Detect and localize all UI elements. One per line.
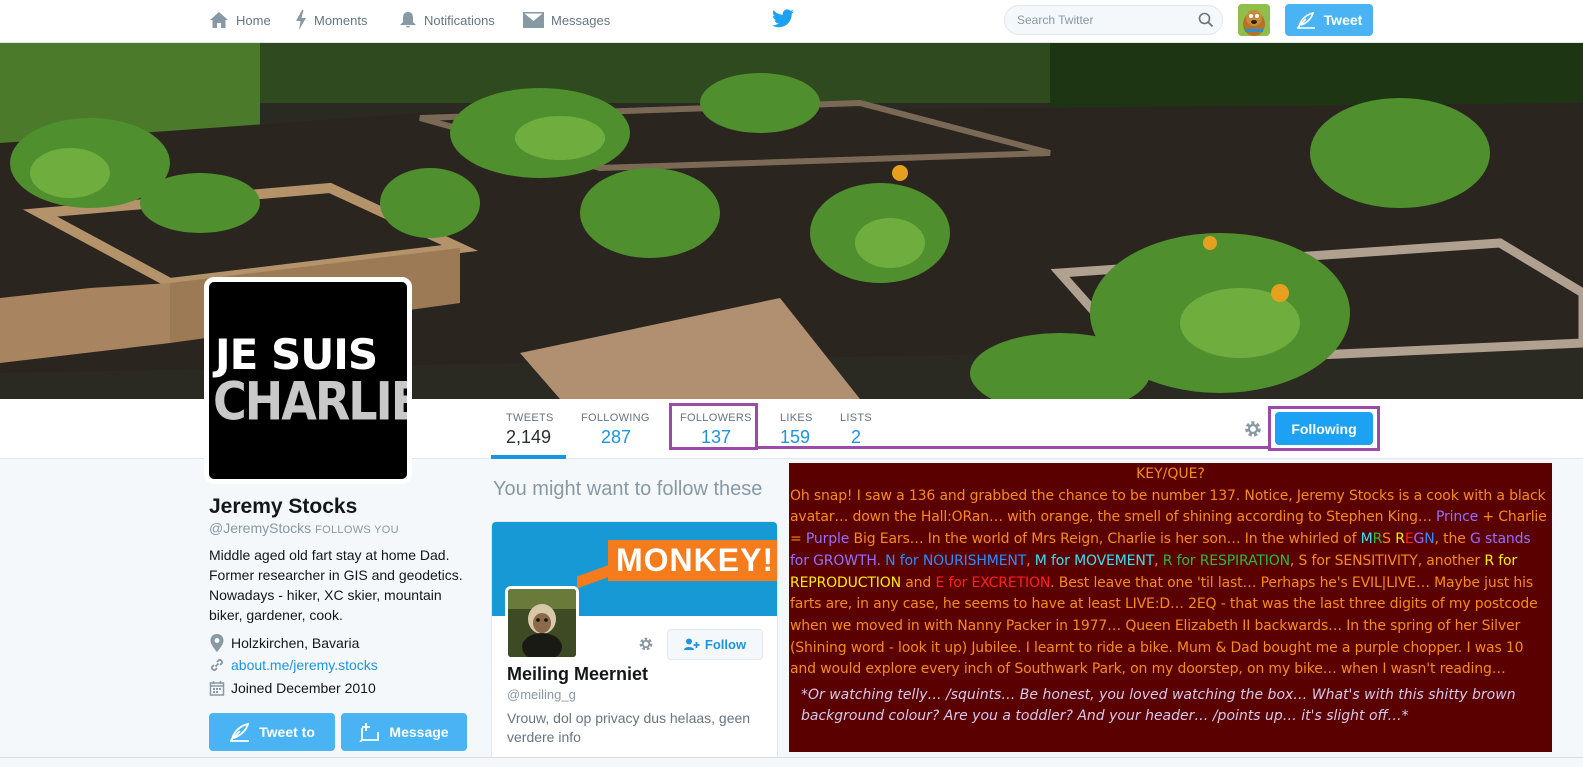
profile-avatar[interactable]: JE SUIS CHARLIE [204, 277, 412, 484]
key-excretion: E for EXCRETION [935, 574, 1051, 591]
key-text-4: , the [1434, 531, 1470, 548]
nav-moments-label: Moments [314, 12, 368, 28]
who-to-follow-title: You might want to follow these [493, 478, 763, 500]
key-panel-footer: *Or watching telly… /squints… Be honest,… [801, 687, 1516, 725]
message-label: Message [389, 724, 449, 740]
follows-you-badge: FOLLOWS YOU [315, 524, 399, 536]
suggestion-handle[interactable]: @meiling_g [507, 687, 576, 702]
tweet-to-label: Tweet to [259, 724, 315, 740]
link-icon [211, 659, 223, 671]
key-movement: M for MOVEMENT [1034, 552, 1155, 569]
key-letter-r2: R [1395, 531, 1405, 548]
nav-home-label: Home [236, 12, 271, 28]
highlight-connector-line [758, 446, 1271, 449]
suggestion-avatar[interactable] [505, 586, 579, 660]
suggestion-name[interactable]: Meiling Meerniet [507, 664, 648, 685]
tweet-to-button[interactable]: Tweet to [209, 713, 335, 751]
message-button[interactable]: Message [341, 713, 467, 751]
profile-bio: Middle aged old fart stay at home Dad. F… [209, 547, 463, 623]
profile-website: about.me/jeremy.stocks [209, 657, 378, 673]
avatar-text-line2: CHARLIE [213, 369, 412, 433]
profile-joined-text: Joined December 2010 [231, 680, 376, 696]
key-text-3: Big Ears… In the world of Mrs Reign, Cha… [849, 531, 1361, 548]
page-bottom-edge [0, 757, 1583, 767]
add-user-icon [683, 638, 700, 650]
key-panel-body: Oh snap! I saw a 136 and grabbed the cha… [789, 486, 1552, 681]
lightning-icon [296, 10, 306, 30]
suggestion-card[interactable]: MONKEY! Follow Meiling Meerniet @meiling… [491, 521, 778, 767]
monkey-photo [508, 589, 576, 657]
stat-following[interactable]: FOLLOWING 287 [566, 399, 666, 459]
followers-highlight-box [669, 403, 758, 450]
nav-messages-label: Messages [551, 12, 611, 28]
envelope-icon [523, 12, 544, 28]
stat-likes-value: 159 [780, 427, 811, 447]
home-icon [210, 12, 228, 28]
account-avatar[interactable] [1238, 4, 1270, 36]
key-sensitivity: , S for SENSITIVITY, another [1289, 552, 1485, 569]
calendar-icon [209, 681, 225, 696]
nav-notifications[interactable]: Notifications [399, 0, 495, 40]
key-comma-1: , [1026, 552, 1035, 569]
stat-tweets-label: TWEETS [506, 412, 554, 424]
profile-website-link[interactable]: about.me/jeremy.stocks [231, 657, 378, 673]
scooby-avatar-icon [1238, 4, 1270, 36]
stat-lists[interactable]: LISTS 2 [825, 399, 885, 459]
bell-icon [400, 12, 416, 28]
top-navigation: Home Moments Notifications Messages Twee… [0, 0, 1583, 43]
profile-handle[interactable]: @JeremyStocks [209, 520, 311, 536]
quill-icon [1296, 11, 1315, 29]
key-letter-r: R [1372, 531, 1383, 548]
stat-tweets-value: 2,149 [506, 427, 552, 447]
nav-home[interactable]: Home [209, 0, 271, 40]
key-and: and [900, 574, 936, 591]
twitter-bird-icon[interactable] [772, 9, 794, 28]
nav-messages[interactable]: Messages [523, 0, 610, 40]
search-icon[interactable] [1198, 12, 1214, 28]
stat-tweets[interactable]: TWEETS 2,149 [491, 399, 566, 459]
search-input[interactable] [1017, 13, 1187, 27]
key-text-1: Oh snap! I saw a 136 and grabbed the cha… [790, 487, 1546, 526]
nav-moments[interactable]: Moments [295, 0, 367, 40]
key-panel-title: KEY/QUE? [1136, 466, 1205, 482]
stat-following-label: FOLLOWING [581, 412, 650, 424]
key-prince: Prince [1435, 509, 1479, 526]
profile-location: Holzkirchen, Bavaria [209, 634, 359, 652]
nav-notifications-label: Notifications [424, 12, 495, 28]
quill-icon [230, 722, 250, 742]
stat-lists-label: LISTS [840, 412, 873, 424]
profile-joined: Joined December 2010 [209, 680, 376, 696]
follow-button-label: Follow [704, 637, 747, 652]
key-annotation-panel: KEY/QUE? Oh snap! I saw a 136 and grabbe… [789, 463, 1552, 752]
profile-handle-row: @JeremyStocks FOLLOWS YOU [209, 520, 399, 536]
search-box[interactable] [1004, 5, 1223, 35]
key-comma-2: , [1154, 552, 1163, 569]
key-purple: Purple [805, 531, 850, 548]
following-button[interactable]: Following [1275, 412, 1373, 445]
key-nourishment: N for NOURISHMENT [885, 552, 1027, 569]
stat-following-value: 287 [601, 427, 632, 447]
settings-gear-icon[interactable] [1242, 418, 1264, 440]
key-letter-s: S [1382, 531, 1391, 548]
compose-tweet-button[interactable]: Tweet [1285, 4, 1373, 36]
key-respiration: R for RESPIRATION [1162, 552, 1290, 569]
key-letter-e: E [1404, 531, 1414, 548]
key-letter-m: M [1360, 531, 1373, 548]
stat-likes[interactable]: LIKES 159 [765, 399, 825, 459]
stat-likes-label: LIKES [780, 412, 813, 424]
profile-name[interactable]: Jeremy Stocks [209, 495, 357, 519]
card-settings-gear-icon[interactable] [637, 635, 655, 653]
key-letter-g: G [1413, 531, 1425, 548]
stat-lists-value: 2 [851, 427, 862, 447]
follow-button[interactable]: Follow [667, 629, 763, 660]
location-pin-icon [210, 634, 224, 652]
key-letter-n: N [1424, 531, 1435, 548]
suggestion-banner-text: MONKEY! [608, 540, 777, 581]
suggestion-bio: Vrouw, dol op privacy dus helaas, geen v… [507, 710, 751, 745]
compose-tweet-label: Tweet [1323, 12, 1363, 28]
profile-location-text: Holzkirchen, Bavaria [231, 635, 360, 651]
new-message-icon [359, 723, 380, 742]
